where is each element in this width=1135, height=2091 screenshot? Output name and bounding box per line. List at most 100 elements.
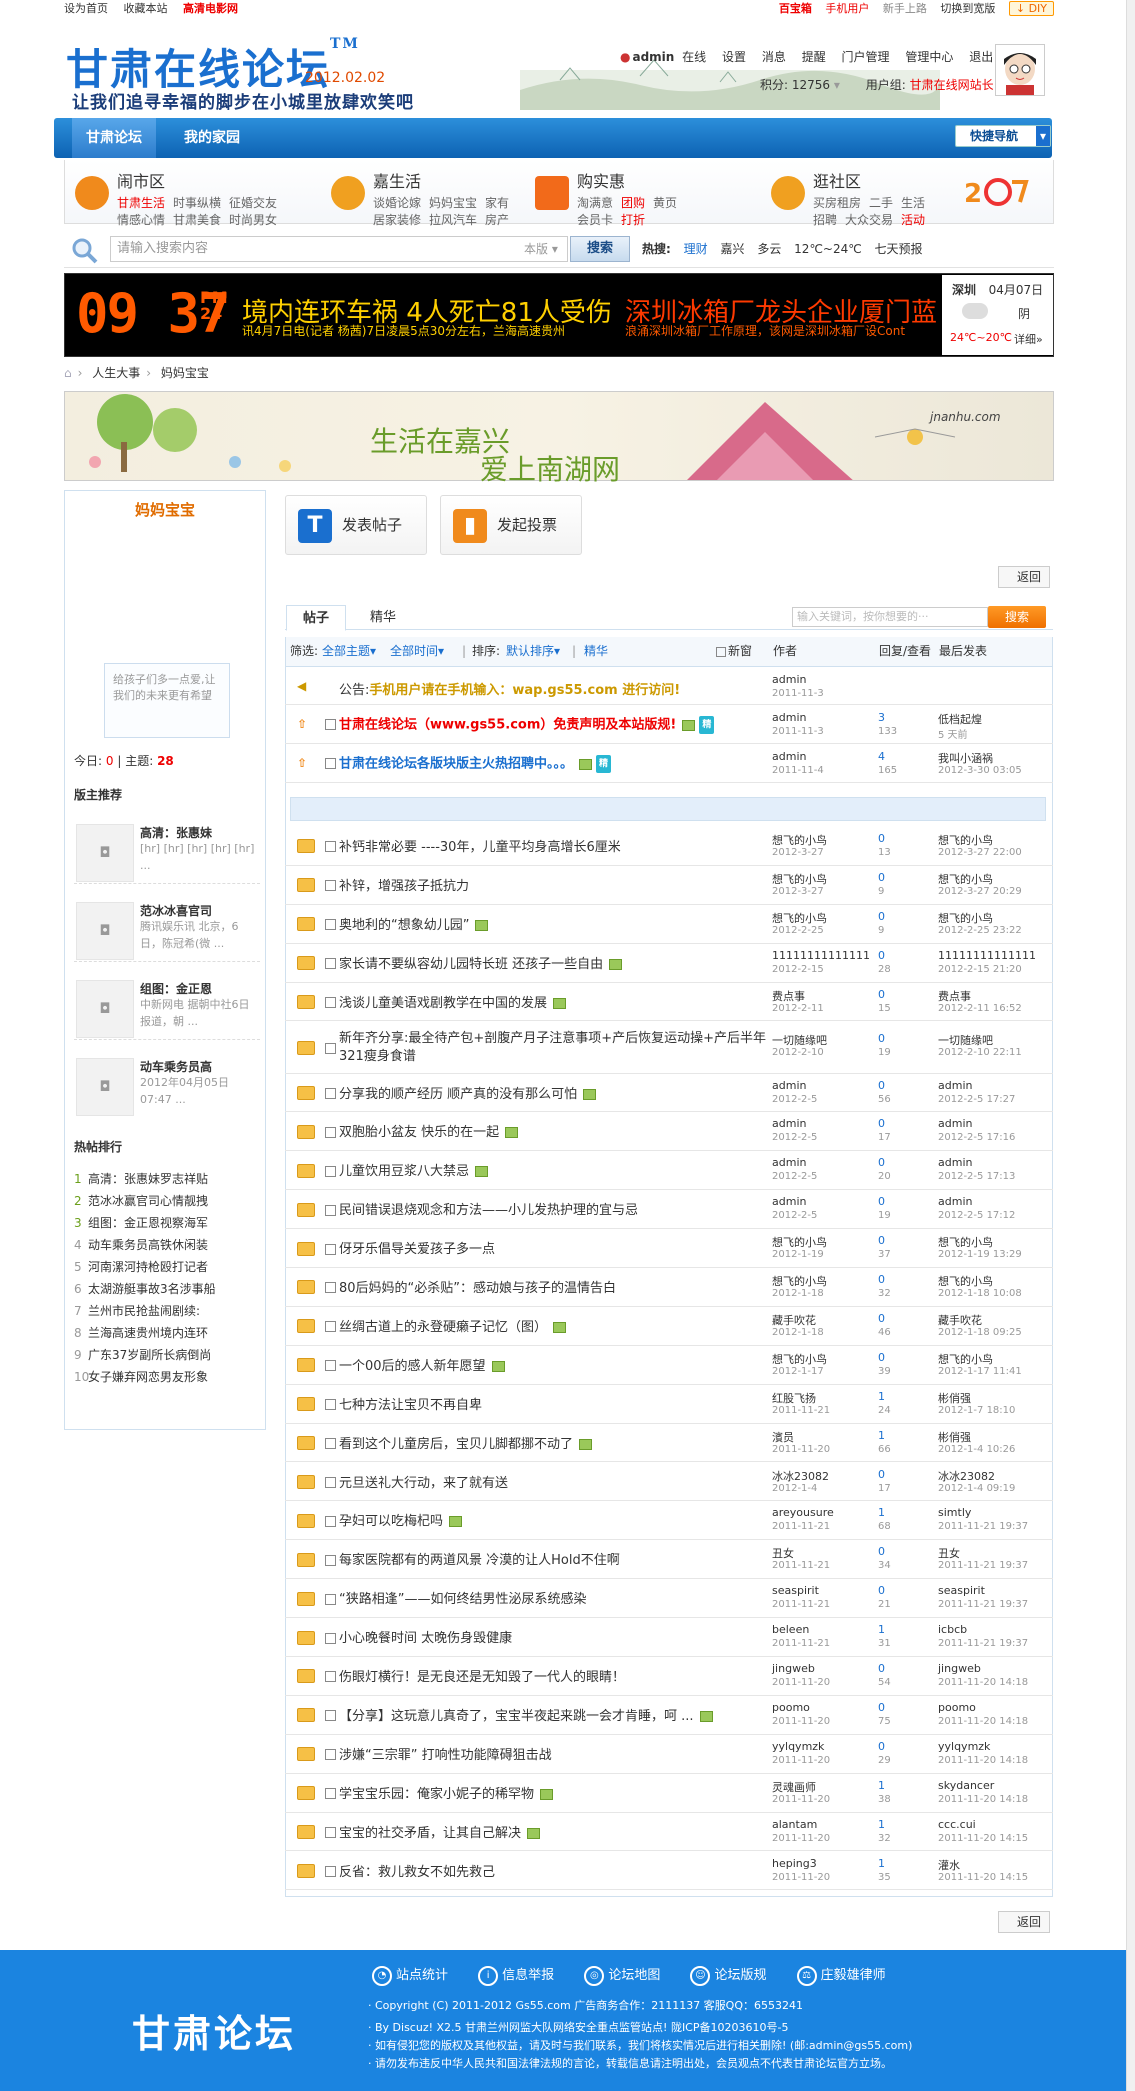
last-poster[interactable]: simtly — [938, 1506, 971, 1519]
sticky-thread-row[interactable]: ⇧ 甘肃在线论坛（www.gs55.com）免责声明及本站版规! 精 admin 201… — [285, 705, 1053, 744]
thread-title[interactable]: 家长请不要纵容幼儿园特长班 还孩子一些自由 — [339, 957, 603, 972]
online-status[interactable]: 在线 — [682, 50, 706, 64]
movie-link[interactable]: 高清电影网 — [183, 2, 238, 15]
hot-post-item[interactable]: 9 广东37岁副所长病倒尚 — [74, 1344, 264, 1366]
thread-checkbox[interactable] — [325, 1671, 336, 1683]
thread-title[interactable]: 丝绸古道上的永登硬癞子记忆（图） — [339, 1320, 547, 1335]
moderator-pick[interactable]: ◘ 动车乘务员高 2012年04月05日 07:47 ... — [74, 1052, 260, 1118]
last-post-date[interactable]: 2012-2-5 17:12 — [938, 1210, 1015, 1221]
reply-count[interactable]: 0 — [878, 949, 885, 962]
reply-count[interactable]: 0 — [878, 1195, 885, 1208]
last-poster[interactable]: 彬俏强 — [938, 1390, 971, 1406]
thread-author[interactable]: admin — [772, 1079, 806, 1092]
announcement-row[interactable]: ◀ 公告:手机用户请在手机输入：wap.gs55.com 进行访问! admin… — [285, 667, 1053, 705]
thread-row[interactable]: 涉嫌“三宗罪” 打响性功能障碍狙击战 yylqymzk 2011-11-20 0 29 y… — [285, 1735, 1053, 1774]
thread-checkbox[interactable] — [325, 1042, 336, 1054]
thread-title[interactable]: 80后妈妈的“必杀贴”：感动娘与孩子的温情告白 — [339, 1281, 616, 1296]
tab-elite[interactable]: 精华 — [354, 605, 412, 631]
subnav-title[interactable]: 购实惠 — [577, 168, 625, 192]
hot-post-item[interactable]: 8 兰海高速贵州境内连环 — [74, 1322, 264, 1344]
back-button-bottom[interactable]: 返回 — [998, 1911, 1050, 1933]
subnav-link[interactable]: 打折 — [621, 213, 645, 227]
reply-count[interactable]: 0 — [878, 1584, 885, 1597]
thread-row[interactable]: 反省：救儿救女不如先救己 heping3 2011-11-20 1 35 灌水 2011-1… — [285, 1852, 1053, 1891]
thread-row[interactable]: 分享我的顺产经历 顺产真的没有那么可怕 admin 2012-2-5 0 56 admin… — [285, 1074, 1053, 1113]
pick-title[interactable]: 高清：张惠妹 — [140, 824, 212, 841]
last-poster[interactable]: 想飞的小鸟 — [938, 832, 993, 848]
hot-search-link[interactable]: 嘉兴 — [720, 242, 744, 256]
subnav-link[interactable]: 房产 — [485, 213, 509, 227]
last-post-date[interactable]: 2012-1-4 10:26 — [938, 1444, 1015, 1455]
thread-checkbox[interactable] — [325, 1399, 336, 1411]
thread-row[interactable]: 儿童饮用豆浆八大禁忌 admin 2012-2-5 0 20 admin 2012-2-5 … — [285, 1151, 1053, 1191]
thread-title[interactable]: 孕妇可以吃梅杞吗 — [339, 1514, 443, 1529]
thread-checkbox[interactable] — [325, 1710, 336, 1722]
subnav-link[interactable]: 生活 — [901, 196, 925, 210]
thread-author[interactable]: areyousure — [772, 1506, 834, 1519]
thread-title[interactable]: 【分享】这玩意儿真奇了，宝宝半夜起来跳一会才肯睡，呵 ... — [339, 1709, 694, 1724]
reply-count[interactable]: 0 — [878, 1234, 885, 1247]
thread-checkbox[interactable] — [325, 1476, 336, 1488]
thread-row[interactable]: 新年齐分享:最全待产包+剖腹产月子注意事项+产后恢复运动操+产后半年321瘦身食… — [285, 1022, 1053, 1074]
reply-count[interactable]: 0 — [878, 1079, 885, 1092]
thread-checkbox[interactable] — [325, 1554, 336, 1566]
hot-post-item[interactable]: 7 兰州市民抢盐闹剧续: — [74, 1300, 264, 1322]
thread-checkbox[interactable] — [325, 1087, 336, 1099]
subnav-link[interactable]: 甘肃生活 — [117, 196, 165, 210]
hot-search-link[interactable]: 多云 — [757, 242, 781, 256]
last-poster[interactable]: 低档起煌 — [938, 711, 982, 727]
subnav-link[interactable]: 大众交易 — [845, 213, 893, 227]
last-post-date[interactable]: 2012-2-5 17:16 — [938, 1132, 1015, 1143]
footer-link-report[interactable]: i 信息举报 — [478, 1965, 554, 1986]
thread-author[interactable]: seaspirit — [772, 1584, 819, 1597]
home-icon[interactable]: ⌂ — [64, 366, 72, 380]
last-post-date[interactable]: 2011-11-21 19:37 — [938, 1638, 1028, 1649]
thread-title[interactable]: 浅谈儿童美语戏剧教学在中国的发展 — [339, 996, 547, 1011]
hot-search-link[interactable]: 理财 — [684, 242, 708, 256]
logout-link[interactable]: 退出 — [969, 50, 993, 64]
thread-row[interactable]: 民间错误退烧观念和方法——小儿发热护理的宜与忌 admin 2012-2-5 0 19 a… — [285, 1190, 1053, 1230]
last-poster[interactable]: 我叫小涵祸 — [938, 750, 993, 766]
reply-count[interactable]: 1 — [878, 1779, 885, 1792]
admin-center-link[interactable]: 管理中心 — [905, 50, 953, 64]
hot-post-item[interactable]: 10女子嫌弃网恋男友形象 — [74, 1366, 264, 1388]
thread-author[interactable]: 想飞的小鸟 — [772, 1234, 827, 1250]
mobile-link[interactable]: 手机用户 — [825, 2, 869, 15]
subnav-link[interactable]: 黄页 — [653, 196, 677, 210]
thread-checkbox[interactable] — [325, 1749, 336, 1761]
thread-author[interactable]: admin — [772, 1195, 806, 1208]
subnav-link[interactable]: 拉风汽车 — [429, 213, 477, 227]
thread-checkbox[interactable] — [325, 1321, 336, 1333]
thread-title[interactable]: 补锌，增强孩子抵抗力 — [339, 879, 469, 894]
thread-author[interactable]: poomo — [772, 1701, 810, 1714]
last-post-date[interactable]: 2012-1-18 10:08 — [938, 1288, 1022, 1299]
thread-checkbox[interactable] — [325, 880, 336, 892]
breadcrumb-item[interactable]: 人生大事 — [92, 366, 140, 380]
reply-count[interactable]: 0 — [878, 1156, 885, 1169]
thread-row[interactable]: 孕妇可以吃梅杞吗 areyousure 2011-11-21 1 68 simtly 201… — [285, 1501, 1053, 1541]
thread-checkbox[interactable] — [325, 1865, 336, 1877]
subnav-title[interactable]: 闹市区 — [117, 168, 165, 192]
tab-gansu-forum[interactable]: 甘肃论坛 — [72, 118, 156, 158]
hot-post-item[interactable]: 3 组图：金正恩视察海军 — [74, 1212, 264, 1234]
thread-title[interactable]: 民间错误退烧观念和方法——小儿发热护理的宜与忌 — [339, 1203, 638, 1218]
thread-title[interactable]: 儿童饮用豆浆八大禁忌 — [339, 1164, 469, 1179]
announcement-author[interactable]: admin — [772, 673, 806, 686]
announcement-text[interactable]: 手机用户请在手机输入：wap.gs55.com 进行访问! — [369, 683, 680, 698]
newbie-link[interactable]: 新手上路 — [883, 2, 927, 15]
last-poster[interactable]: skydancer — [938, 1779, 994, 1792]
last-post-date[interactable]: 2012-3-30 03:05 — [938, 765, 1022, 776]
last-post-date[interactable]: 2012-2-5 17:27 — [938, 1094, 1015, 1105]
thread-row[interactable]: 伤眼灯横行！是无良还是无知毁了一代人的眼睛！ jingweb 2011-11-20 0… — [285, 1657, 1053, 1696]
thread-checkbox[interactable] — [325, 758, 336, 769]
last-poster[interactable]: 想飞的小鸟 — [938, 1351, 993, 1367]
last-poster[interactable]: 想飞的小鸟 — [938, 910, 993, 926]
set-home-link[interactable]: 设为首页 — [64, 2, 108, 15]
last-post-date[interactable]: 2012-2-5 17:13 — [938, 1171, 1015, 1182]
thread-row[interactable]: 奥地利的“想象幼儿园” 想飞的小鸟 2012-2-25 0 9 想飞的小鸟 2012-2-2… — [285, 905, 1053, 944]
reply-count[interactable]: 1 — [878, 1623, 885, 1636]
last-poster[interactable]: 想飞的小鸟 — [938, 1234, 993, 1250]
last-post-date[interactable]: 2011-11-20 14:18 — [938, 1716, 1028, 1727]
subnav-link[interactable]: 家有 — [485, 196, 509, 210]
thread-row[interactable]: 宝宝的社交矛盾，让其自己解决 alantam 2011-11-20 1 32 ccc.cu… — [285, 1813, 1053, 1852]
